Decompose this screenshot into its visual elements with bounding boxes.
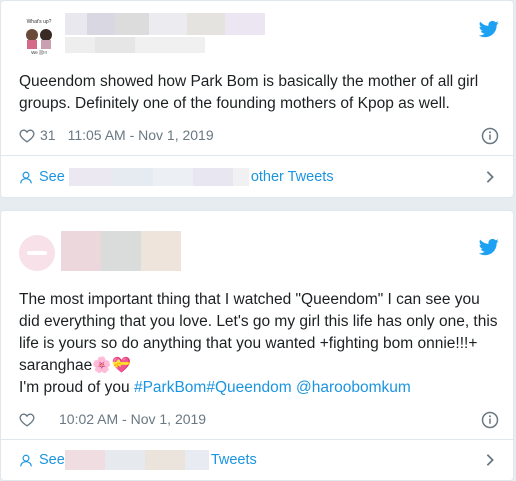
redacted-username <box>64 450 209 470</box>
avatar-caption-bottom: We 봄!!! <box>31 50 47 55</box>
hashtag-parkbom[interactable]: #ParkBom <box>134 379 206 396</box>
user-icon <box>20 171 32 183</box>
see-suffix: Tweets <box>210 452 257 468</box>
avatar-image <box>19 235 55 271</box>
avatar[interactable] <box>19 235 55 271</box>
tweet-text-main: The most important thing that I watched … <box>19 291 498 374</box>
twitter-bird-icon[interactable] <box>479 19 499 39</box>
tweet-text: Queendom showed how Park Bom is basicall… <box>19 73 479 112</box>
see-label: See <box>39 169 65 185</box>
heart-icon[interactable] <box>19 128 35 143</box>
user-icon <box>20 454 32 466</box>
redacted-display-name <box>65 13 265 35</box>
tweet-timestamp[interactable]: 11:05 AM - Nov 1, 2019 <box>68 127 214 143</box>
chevron-right-icon[interactable] <box>485 453 495 467</box>
tweet-meta: 10:02 AM - Nov 1, 2019 <box>19 409 206 429</box>
chevron-right-icon[interactable] <box>485 170 495 184</box>
tweet-text-proud: I'm proud of you <box>19 379 134 396</box>
tweet-card-1[interactable]: What's up? We 봄!!! Queendom showed how P… <box>0 0 514 198</box>
hashtag-queendom[interactable]: #Queendom <box>206 379 291 396</box>
see-tweets-link[interactable]: See Tweets <box>19 449 495 471</box>
heart-icon[interactable] <box>19 412 35 427</box>
twitter-bird-icon[interactable] <box>479 237 499 257</box>
divider <box>1 439 513 440</box>
see-suffix: other Tweets <box>250 169 334 185</box>
tweet-timestamp[interactable]: 10:02 AM - Nov 1, 2019 <box>59 411 206 427</box>
tweet-text: The most important thing that I watched … <box>19 289 499 399</box>
avatar-image: What's up? We 봄!!! <box>19 15 59 55</box>
tweet-card-2[interactable]: The most important thing that I watched … <box>0 210 514 481</box>
avatar-caption-top: What's up? <box>27 19 52 25</box>
tweet-meta: 31 11:05 AM - Nov 1, 2019 <box>19 125 214 145</box>
info-icon[interactable] <box>481 127 499 145</box>
redacted-handle <box>65 37 205 53</box>
redacted-username <box>68 168 249 186</box>
like-count[interactable]: 31 <box>40 127 56 143</box>
mention-link[interactable]: @haroobomkum <box>296 379 411 396</box>
divider <box>1 155 513 156</box>
avatar[interactable]: What's up? We 봄!!! <box>19 15 59 55</box>
see-label: See <box>39 452 65 468</box>
redacted-display-name <box>61 231 185 271</box>
see-other-tweets-link[interactable]: See other Tweets <box>19 166 495 188</box>
info-icon[interactable] <box>481 411 499 429</box>
